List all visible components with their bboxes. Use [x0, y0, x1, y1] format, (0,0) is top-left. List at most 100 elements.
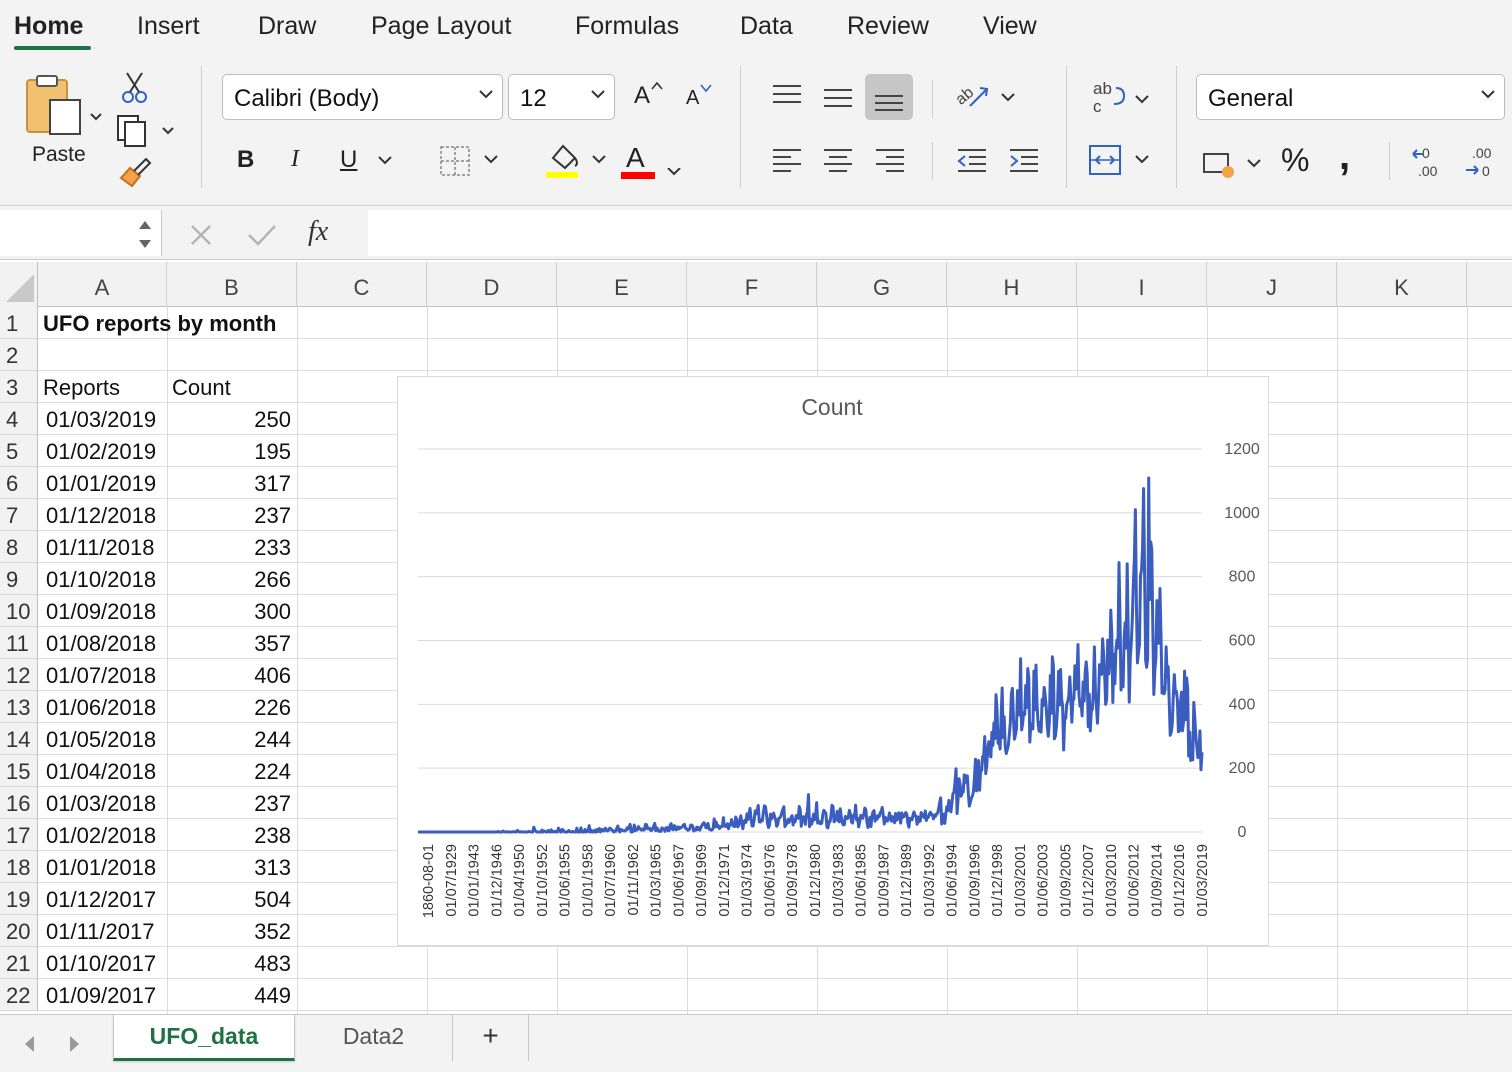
tab-data[interactable]: Data: [740, 12, 793, 41]
align-left-icon[interactable]: [770, 146, 804, 174]
cell-date[interactable]: 01/12/2017: [38, 883, 167, 915]
cell-date[interactable]: 01/08/2018: [38, 627, 167, 659]
cell-date[interactable]: 01/02/2019: [38, 435, 167, 467]
cell-count[interactable]: 504: [167, 883, 297, 915]
wrap-text-icon[interactable]: ab c: [1090, 78, 1152, 118]
percent-button[interactable]: %: [1281, 142, 1309, 179]
italic-button[interactable]: I: [291, 146, 299, 173]
cell-title[interactable]: UFO reports by month: [38, 307, 297, 339]
tab-review[interactable]: Review: [847, 12, 929, 41]
column-header-d[interactable]: D: [427, 262, 557, 307]
cell-date[interactable]: 01/01/2018: [38, 851, 167, 883]
paste-button[interactable]: [22, 74, 112, 154]
increase-indent-icon[interactable]: [1007, 146, 1041, 174]
row-header-16[interactable]: 16: [0, 787, 38, 819]
align-middle-icon[interactable]: [821, 82, 855, 110]
increase-font-button[interactable]: A: [634, 82, 650, 110]
row-header-9[interactable]: 9: [0, 563, 38, 595]
cell-count[interactable]: 300: [167, 595, 297, 627]
cell-date[interactable]: 01/07/2018: [38, 659, 167, 691]
cell-date[interactable]: 01/03/2018: [38, 787, 167, 819]
stepper-icon[interactable]: [136, 216, 154, 252]
add-sheet-button[interactable]: +: [453, 1015, 529, 1061]
decrease-font-button[interactable]: A: [686, 87, 699, 110]
align-right-icon[interactable]: [873, 146, 907, 174]
sheet-tab-data2[interactable]: Data2: [295, 1015, 453, 1061]
cell-header-count[interactable]: Count: [167, 371, 297, 403]
cell-date[interactable]: 01/11/2017: [38, 915, 167, 947]
tab-draw[interactable]: Draw: [258, 12, 316, 41]
cell-date[interactable]: 01/09/2018: [38, 595, 167, 627]
align-bottom-button[interactable]: [865, 74, 913, 120]
cell-date[interactable]: 01/01/2019: [38, 467, 167, 499]
cell-count[interactable]: 238: [167, 819, 297, 851]
column-header-i[interactable]: I: [1077, 262, 1207, 307]
column-header-g[interactable]: G: [817, 262, 947, 307]
formula-input[interactable]: [368, 210, 1512, 256]
row-header-1[interactable]: 1: [0, 307, 38, 339]
sheet-tab-ufo-data[interactable]: UFO_data: [113, 1015, 295, 1061]
cell-date[interactable]: 01/09/2017: [38, 979, 167, 1011]
row-header-20[interactable]: 20: [0, 915, 38, 947]
select-all-button[interactable]: [0, 262, 38, 307]
borders-icon[interactable]: [440, 144, 502, 178]
row-header-5[interactable]: 5: [0, 435, 38, 467]
scroll-left-icon[interactable]: [20, 1033, 40, 1055]
format-painter-icon[interactable]: [118, 156, 154, 190]
cell-count[interactable]: 250: [167, 403, 297, 435]
cancel-icon[interactable]: [188, 222, 216, 248]
merge-center-icon[interactable]: [1088, 144, 1152, 178]
row-header-6[interactable]: 6: [0, 467, 38, 499]
cell-date[interactable]: 01/12/2018: [38, 499, 167, 531]
row-header-2[interactable]: 2: [0, 339, 38, 371]
orientation-icon[interactable]: ab: [952, 76, 1022, 114]
cell-count[interactable]: 233: [167, 531, 297, 563]
decrease-decimal-icon[interactable]: .00 0: [1462, 144, 1502, 180]
cell-count[interactable]: 224: [167, 755, 297, 787]
column-header-e[interactable]: E: [557, 262, 687, 307]
column-header-b[interactable]: B: [167, 262, 297, 307]
row-header-4[interactable]: 4: [0, 403, 38, 435]
cell-count[interactable]: 317: [167, 467, 297, 499]
scroll-right-icon[interactable]: [64, 1033, 84, 1055]
tab-view[interactable]: View: [983, 12, 1037, 41]
align-center-icon[interactable]: [821, 146, 855, 174]
cell-count[interactable]: 357: [167, 627, 297, 659]
line-chart[interactable]: Count 0 200 400 600 800 1000 1200 1860-08-01 01…: [397, 376, 1269, 946]
cell-count[interactable]: 313: [167, 851, 297, 883]
row-header-11[interactable]: 11: [0, 627, 38, 659]
row-header-12[interactable]: 12: [0, 659, 38, 691]
row-header-18[interactable]: 18: [0, 851, 38, 883]
row-header-7[interactable]: 7: [0, 499, 38, 531]
cell-date[interactable]: 01/10/2017: [38, 947, 167, 979]
row-header-19[interactable]: 19: [0, 883, 38, 915]
tab-insert[interactable]: Insert: [137, 12, 200, 41]
increase-decimal-icon[interactable]: 0 .00: [1410, 144, 1450, 180]
cell-date[interactable]: 01/11/2018: [38, 531, 167, 563]
decrease-indent-icon[interactable]: [955, 146, 989, 174]
currency-format-icon[interactable]: [1202, 148, 1268, 182]
cell-header-reports[interactable]: Reports: [38, 371, 167, 403]
comma-style-button[interactable]: ,: [1339, 134, 1350, 179]
row-header-22[interactable]: 22: [0, 979, 38, 1011]
row-header-8[interactable]: 8: [0, 531, 38, 563]
tab-formulas[interactable]: Formulas: [575, 12, 679, 41]
enter-icon[interactable]: [246, 222, 278, 248]
cell-date[interactable]: 01/06/2018: [38, 691, 167, 723]
column-header-j[interactable]: J: [1207, 262, 1337, 307]
row-header-17[interactable]: 17: [0, 819, 38, 851]
cell-date[interactable]: 01/04/2018: [38, 755, 167, 787]
row-header-13[interactable]: 13: [0, 691, 38, 723]
tab-page-layout[interactable]: Page Layout: [371, 12, 511, 41]
scissors-icon[interactable]: [120, 70, 150, 104]
cell-count[interactable]: 237: [167, 499, 297, 531]
bold-button[interactable]: B: [237, 146, 254, 174]
column-header-f[interactable]: F: [687, 262, 817, 307]
row-header-14[interactable]: 14: [0, 723, 38, 755]
chevron-down-icon[interactable]: [377, 154, 393, 168]
cell-count[interactable]: 195: [167, 435, 297, 467]
column-header-a[interactable]: A: [38, 262, 167, 307]
cell-count[interactable]: 406: [167, 659, 297, 691]
number-format-combo[interactable]: General: [1196, 74, 1505, 120]
tab-home[interactable]: Home: [14, 12, 83, 41]
